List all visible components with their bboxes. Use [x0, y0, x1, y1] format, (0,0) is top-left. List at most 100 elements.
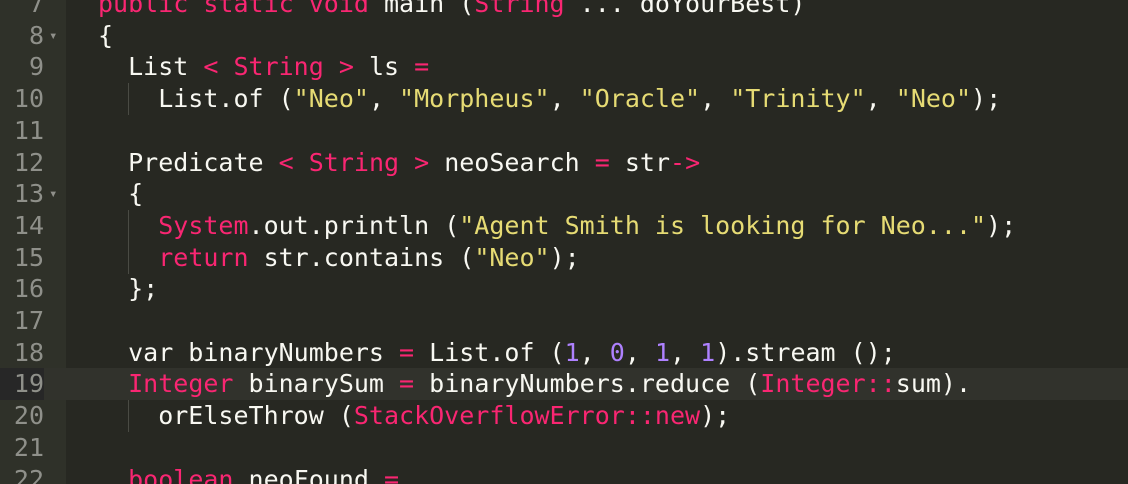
code-token: ).stream (); — [715, 337, 896, 367]
code-token: = — [594, 147, 610, 177]
line-number: 20 — [13, 401, 44, 431]
line-number: 12 — [13, 147, 44, 177]
code-token: ); — [549, 242, 580, 272]
code-token: sum). — [895, 369, 972, 399]
code-token: StackOverflowError — [353, 401, 625, 431]
code-line[interactable]: 16 }; — [0, 273, 1128, 305]
code-token: "Agent Smith is looking for Neo..." — [459, 210, 987, 240]
code-token: "Morpheus" — [399, 84, 550, 114]
code-token: = — [414, 52, 430, 82]
code-token: = — [399, 337, 415, 367]
line-number: 18 — [13, 337, 44, 367]
code-text: return str.contains ("Neo"); — [98, 242, 580, 274]
code-token: str.contains ( — [248, 242, 475, 272]
code-line[interactable]: 13 ▾ { — [0, 178, 1128, 210]
code-token: "Trinity" — [730, 84, 866, 114]
line-number: 22 — [13, 464, 44, 484]
indent-guide — [128, 241, 130, 274]
code-line[interactable]: 7 public static void main (String ... doY… — [0, 0, 1128, 20]
code-text: }; — [98, 273, 158, 305]
code-token: var binaryNumbers — [98, 337, 400, 367]
code-line[interactable]: 20 orElseThrow (StackOverflowError::new)… — [0, 400, 1128, 433]
code-token: , — [670, 337, 701, 367]
code-token: { — [98, 179, 144, 209]
line-number: 19 — [0, 368, 44, 401]
code-token: "Neo" — [293, 84, 369, 114]
code-token: :: — [865, 369, 896, 399]
code-line[interactable]: 14 System.out.println ("Agent Smith is l… — [0, 209, 1128, 242]
code-token: 0 — [609, 337, 625, 367]
code-token: = — [399, 369, 415, 399]
line-number: 16 — [13, 274, 44, 304]
code-text: Integer binarySum = binaryNumbers.reduce… — [98, 368, 971, 400]
code-token: main ( — [383, 0, 475, 18]
code-editor[interactable]: 7 public static void main (String ... doY… — [0, 0, 1128, 484]
code-line[interactable]: 17 — [0, 305, 1128, 337]
code-token: { — [98, 20, 114, 50]
code-text: System.out.println ("Agent Smith is look… — [98, 210, 1016, 242]
line-number: 10 — [13, 84, 44, 114]
line-number: 17 — [13, 306, 44, 335]
code-text: public static void main (String ... doYo… — [98, 0, 805, 20]
fold-toggle-icon[interactable]: ▾ — [49, 178, 61, 210]
code-token: 1 — [654, 337, 671, 367]
code-token: new — [654, 401, 701, 431]
code-token: List — [98, 52, 204, 82]
code-token: , — [865, 84, 896, 114]
code-token: > — [323, 52, 354, 82]
code-token: , — [368, 84, 400, 114]
code-line[interactable]: 19 Integer binarySum = binaryNumbers.red… — [0, 368, 1128, 401]
code-token: < — [203, 52, 234, 82]
code-token: "Neo" — [474, 242, 550, 272]
code-token: str — [609, 147, 671, 177]
code-token: > — [399, 147, 430, 177]
code-line[interactable]: 15 return str.contains ("Neo"); — [0, 241, 1128, 274]
code-token: "Neo" — [895, 84, 972, 114]
code-token: ); — [971, 84, 1002, 114]
line-number: 15 — [13, 242, 44, 272]
code-token: 1 — [564, 337, 580, 367]
code-line[interactable]: 12 Predicate < String > neoSearch = str-… — [0, 147, 1128, 179]
code-token: ls — [353, 52, 415, 82]
code-line[interactable]: 22 boolean neoFound = — [0, 464, 1128, 484]
code-token: < — [278, 147, 309, 177]
code-token: , — [700, 84, 731, 114]
line-number: 21 — [13, 432, 44, 462]
code-line[interactable]: 8 ▾ { — [0, 20, 1128, 52]
line-number: 9 — [28, 52, 44, 82]
code-text: { — [98, 20, 113, 52]
line-number: 7 — [28, 0, 44, 18]
code-token: ); — [986, 210, 1017, 240]
code-token: , — [624, 337, 655, 367]
code-token: orElseThrow ( — [98, 401, 354, 431]
code-token: "Oracle" — [579, 84, 701, 114]
code-line[interactable]: 11 — [0, 115, 1128, 147]
code-token: ... doYourBest) — [564, 0, 806, 18]
code-token: binaryNumbers.reduce ( — [414, 369, 761, 399]
code-token: , — [549, 84, 580, 114]
code-token: ); — [700, 401, 731, 431]
code-line[interactable]: 10 List.of ("Neo", "Morpheus", "Oracle",… — [0, 83, 1128, 116]
code-token: String — [308, 147, 400, 177]
code-token: }; — [98, 274, 159, 304]
code-text: orElseThrow (StackOverflowError::new); — [98, 400, 730, 432]
code-token: Integer — [128, 369, 234, 399]
code-token: String — [474, 0, 565, 18]
line-number: 11 — [13, 115, 44, 145]
fold-toggle-icon[interactable]: ▾ — [49, 20, 61, 52]
code-token: Predicate — [98, 147, 279, 177]
code-token: 1 — [700, 337, 716, 367]
code-token: :: — [624, 401, 655, 431]
indent-guide — [128, 400, 130, 433]
code-line[interactable]: 21 — [0, 432, 1128, 464]
code-line[interactable]: 9 List < String > ls = — [0, 51, 1128, 83]
code-token: = — [383, 464, 400, 484]
code-token: .out.println ( — [248, 210, 460, 240]
code-text: { — [98, 178, 143, 210]
code-line[interactable]: 18 var binaryNumbers = List.of (1, 0, 1,… — [0, 337, 1128, 369]
code-text: boolean neoFound = — [98, 464, 399, 484]
code-token: neoFound — [233, 464, 384, 484]
code-text: List < String > ls = — [98, 51, 429, 83]
code-text: List.of ("Neo", "Morpheus", "Oracle", "T… — [98, 83, 1001, 115]
code-text: var binaryNumbers = List.of (1, 0, 1, 1)… — [98, 337, 896, 369]
